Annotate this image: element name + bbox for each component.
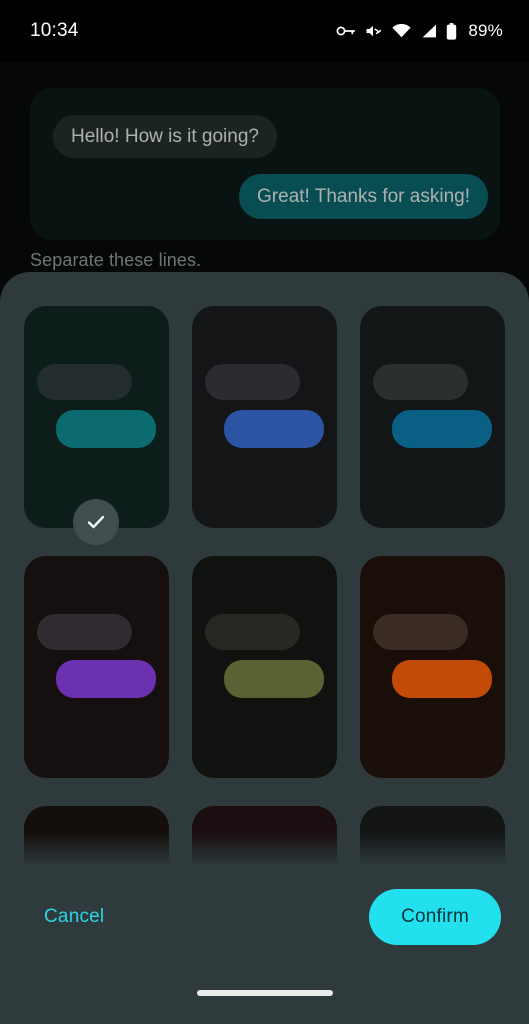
phone-screen: 10:34 89% Hello! How is it going? Great!… — [0, 0, 529, 1024]
status-bar-icons: 89% — [336, 21, 503, 41]
theme-card-outgoing-bubble — [224, 660, 324, 698]
theme-card-preview[interactable] — [360, 556, 505, 778]
battery-percentage-label: 89% — [468, 21, 503, 40]
battery-icon — [446, 22, 457, 40]
theme-card-preview[interactable] — [192, 306, 337, 528]
status-bar-clock: 10:34 — [30, 20, 79, 41]
cell-signal-icon — [420, 24, 437, 38]
cancel-button[interactable]: Cancel — [40, 898, 108, 936]
theme-card-option[interactable] — [192, 556, 337, 778]
theme-card-outgoing-bubble — [392, 410, 492, 448]
confirm-button[interactable]: Confirm — [369, 889, 501, 945]
theme-card-incoming-bubble — [373, 614, 468, 650]
theme-picker-sheet: Cancel Confirm — [0, 272, 529, 1024]
status-bar: 10:34 89% — [0, 0, 529, 62]
theme-card-incoming-bubble — [205, 364, 300, 400]
mute-icon — [365, 23, 383, 39]
theme-grid — [0, 272, 529, 902]
theme-card-incoming-bubble — [37, 364, 132, 400]
theme-card-preview[interactable] — [192, 556, 337, 778]
incoming-message-bubble: Hello! How is it going? — [53, 115, 277, 158]
sheet-action-bar: Cancel Confirm — [0, 872, 529, 962]
selected-check-badge — [73, 499, 119, 545]
theme-card-option[interactable] — [24, 306, 169, 545]
chat-preview-panel: Hello! How is it going? Great! Thanks fo… — [30, 88, 500, 240]
theme-card-outgoing-bubble — [392, 660, 492, 698]
theme-card-option[interactable] — [192, 306, 337, 528]
theme-card-incoming-bubble — [205, 614, 300, 650]
vpn-key-icon — [336, 24, 356, 38]
outgoing-message-bubble: Great! Thanks for asking! — [239, 174, 488, 219]
theme-card-option[interactable] — [24, 556, 169, 778]
theme-card-outgoing-bubble — [56, 410, 156, 448]
theme-card-incoming-bubble — [37, 614, 132, 650]
theme-grid-scroll-area[interactable] — [0, 272, 529, 902]
theme-card-preview[interactable] — [24, 556, 169, 778]
check-icon — [87, 515, 105, 529]
theme-card-outgoing-bubble — [56, 660, 156, 698]
home-indicator[interactable] — [196, 990, 333, 996]
navigation-bar — [0, 962, 529, 1024]
body-text: Separate these lines. — [30, 250, 202, 270]
theme-card-option[interactable] — [360, 556, 505, 778]
theme-card-preview[interactable] — [24, 306, 169, 528]
theme-card-option[interactable] — [360, 306, 505, 528]
theme-card-preview[interactable] — [360, 306, 505, 528]
theme-card-incoming-bubble — [373, 364, 468, 400]
wifi-icon — [392, 24, 411, 38]
theme-card-outgoing-bubble — [224, 410, 324, 448]
